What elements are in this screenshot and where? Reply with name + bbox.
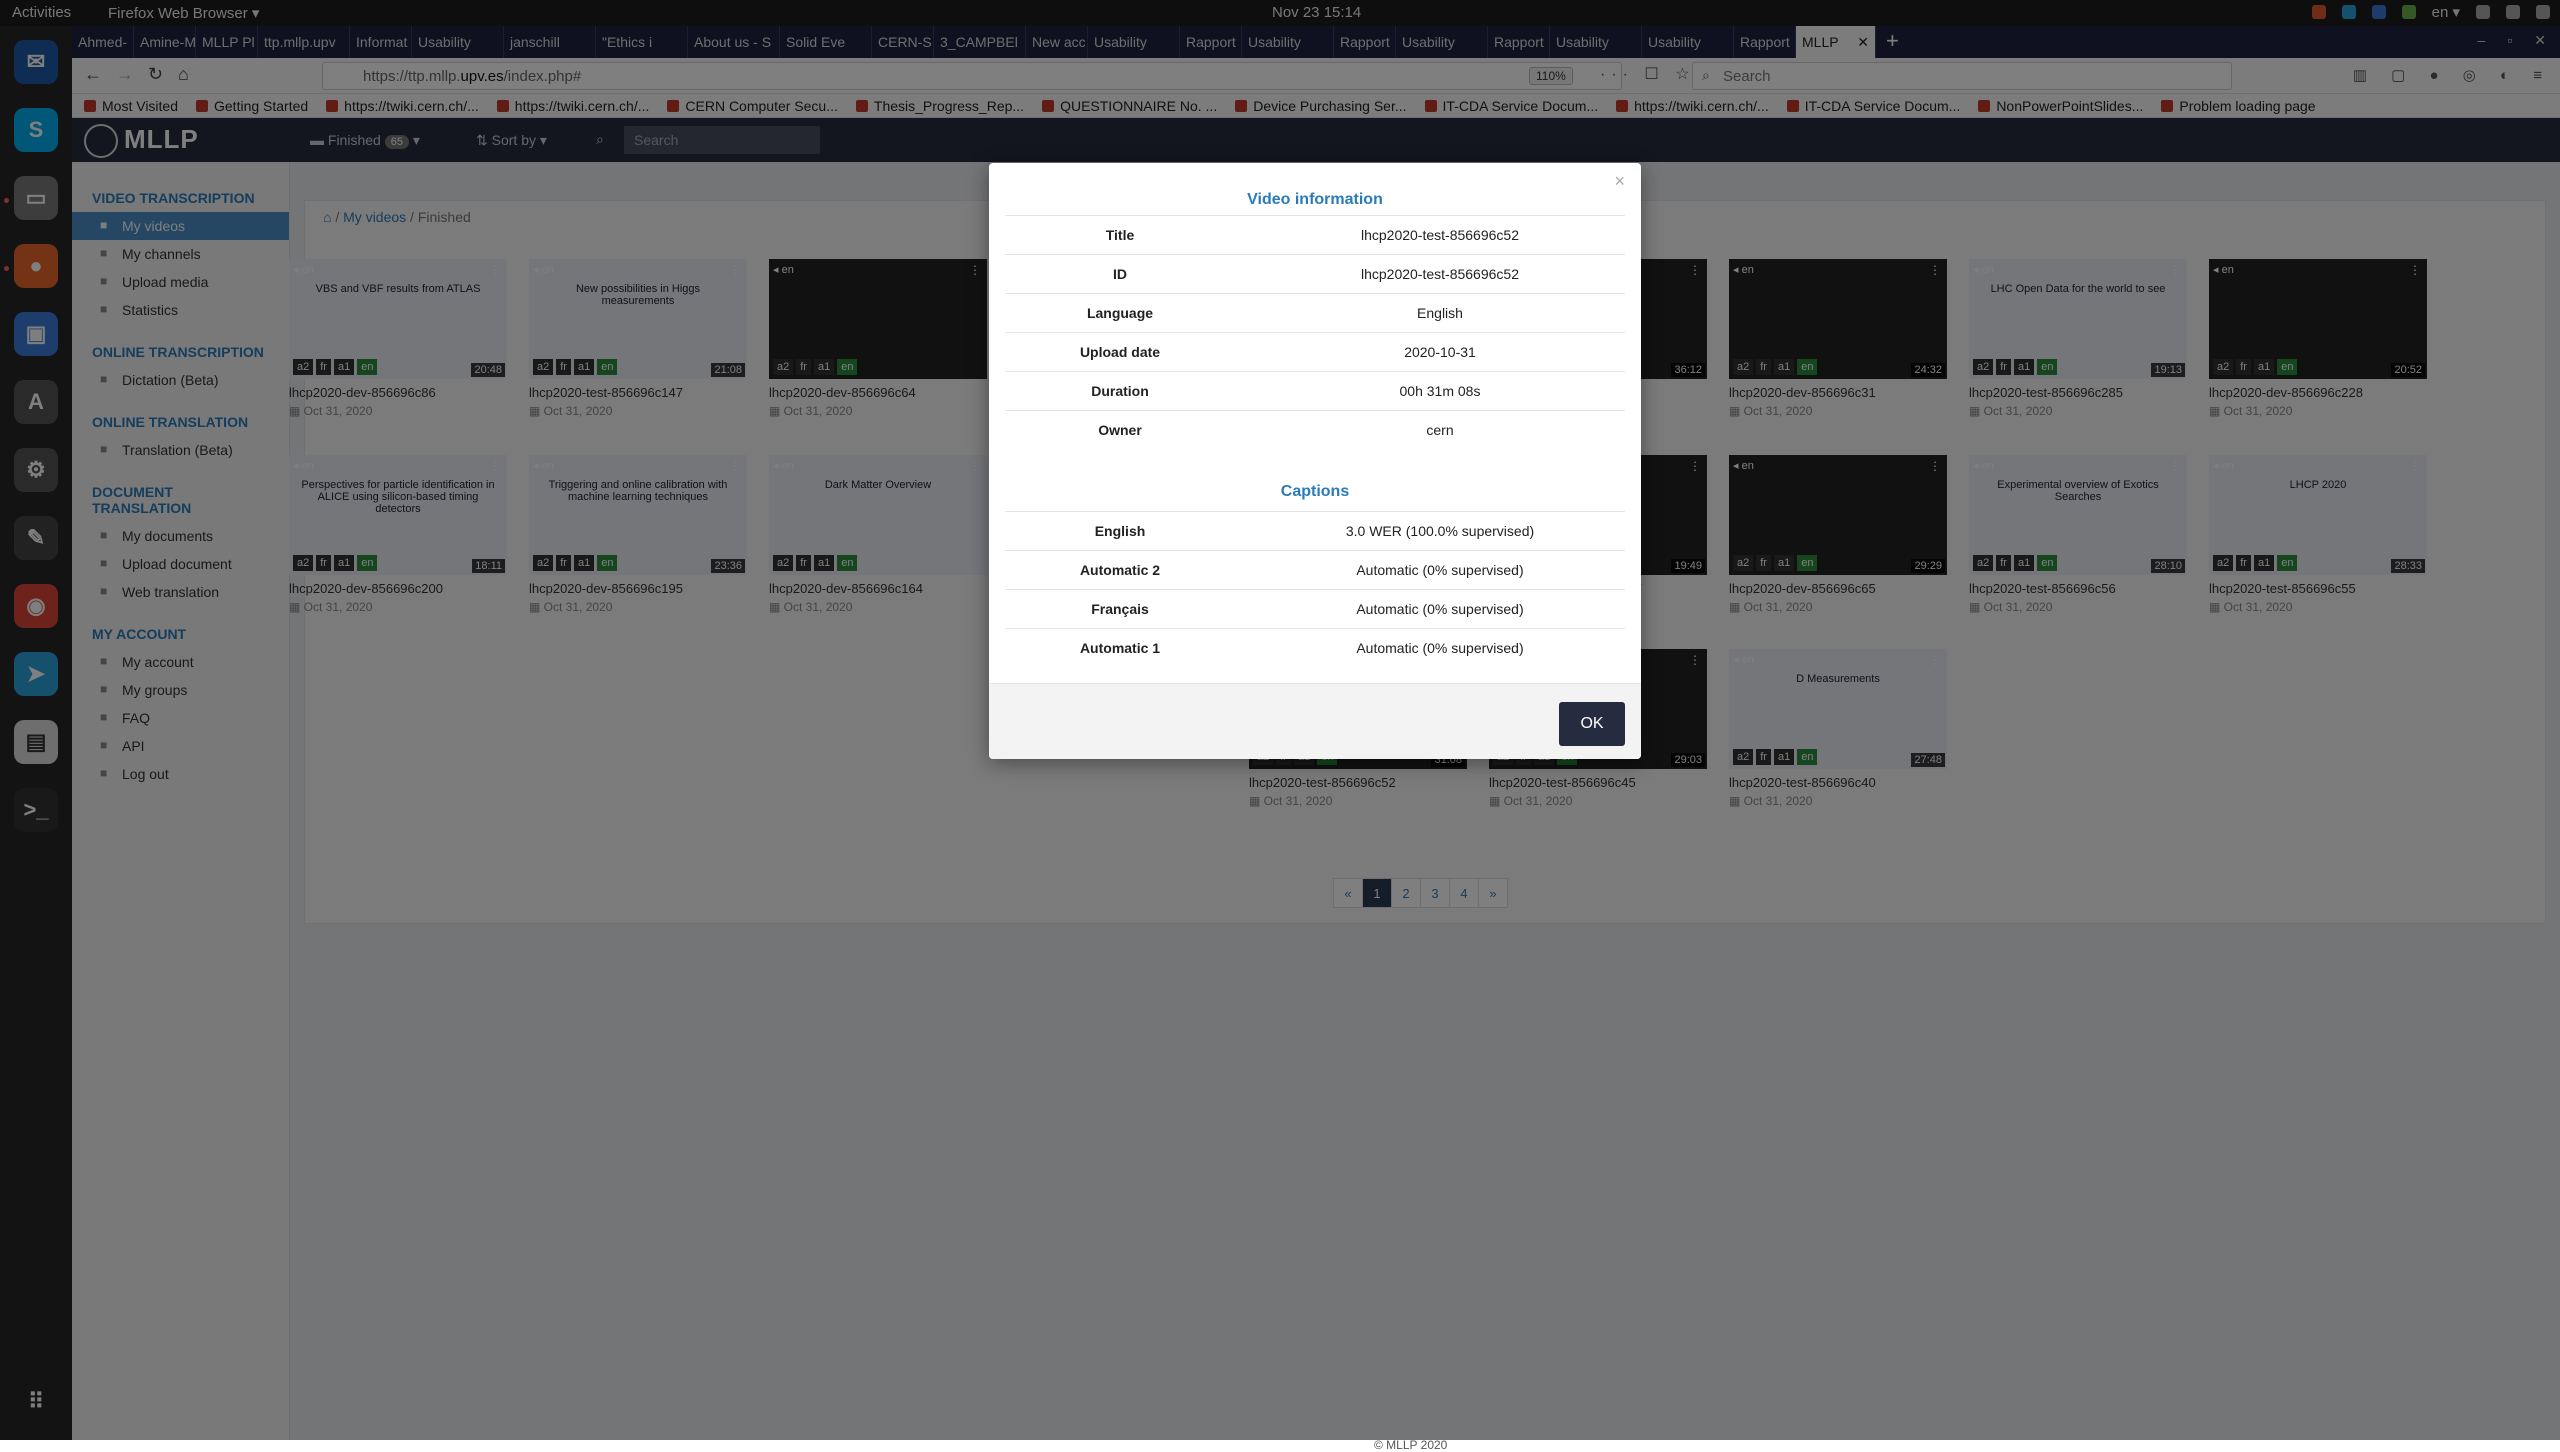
info-key: ID xyxy=(1005,266,1235,282)
info-row: Duration 00h 31m 08s xyxy=(1005,371,1625,410)
page-footer: © MLLP 2020 xyxy=(1374,1438,1447,1452)
info-row: English 3.0 WER (100.0% supervised) xyxy=(1005,511,1625,550)
info-value: Automatic (0% supervised) xyxy=(1255,601,1625,617)
modal-footer: OK xyxy=(989,683,1641,759)
info-row: ID lhcp2020-test-856696c52 xyxy=(1005,254,1625,293)
video-info-modal: × Video information Title lhcp2020-test-8… xyxy=(989,163,1641,759)
info-value: 2020-10-31 xyxy=(1255,344,1625,360)
info-value: cern xyxy=(1255,422,1625,438)
info-key: Title xyxy=(1005,227,1235,243)
info-row: Title lhcp2020-test-856696c52 xyxy=(1005,215,1625,254)
info-key: Upload date xyxy=(1005,344,1235,360)
ok-button[interactable]: OK xyxy=(1559,702,1625,746)
info-value: English xyxy=(1255,305,1625,321)
captions-heading: Captions xyxy=(989,483,1641,501)
info-value: Automatic (0% supervised) xyxy=(1255,562,1625,578)
info-row: Owner cern xyxy=(1005,410,1625,449)
info-value: lhcp2020-test-856696c52 xyxy=(1255,266,1625,282)
info-key: Automatic 2 xyxy=(1005,562,1235,578)
info-key: English xyxy=(1005,523,1235,539)
close-icon[interactable]: × xyxy=(1614,171,1625,192)
info-key: Automatic 1 xyxy=(1005,640,1235,656)
info-value: lhcp2020-test-856696c52 xyxy=(1255,227,1625,243)
info-key: Owner xyxy=(1005,422,1235,438)
info-key: Duration xyxy=(1005,383,1235,399)
modal-heading: Video information xyxy=(989,191,1641,209)
info-key: Language xyxy=(1005,305,1235,321)
info-row: Language English xyxy=(1005,293,1625,332)
info-value: Automatic (0% supervised) xyxy=(1255,640,1625,656)
info-row: Automatic 1 Automatic (0% supervised) xyxy=(1005,628,1625,667)
info-value: 00h 31m 08s xyxy=(1255,383,1625,399)
info-value: 3.0 WER (100.0% supervised) xyxy=(1255,523,1625,539)
info-key: Français xyxy=(1005,601,1235,617)
info-row: Automatic 2 Automatic (0% supervised) xyxy=(1005,550,1625,589)
info-row: Upload date 2020-10-31 xyxy=(1005,332,1625,371)
info-row: Français Automatic (0% supervised) xyxy=(1005,589,1625,628)
